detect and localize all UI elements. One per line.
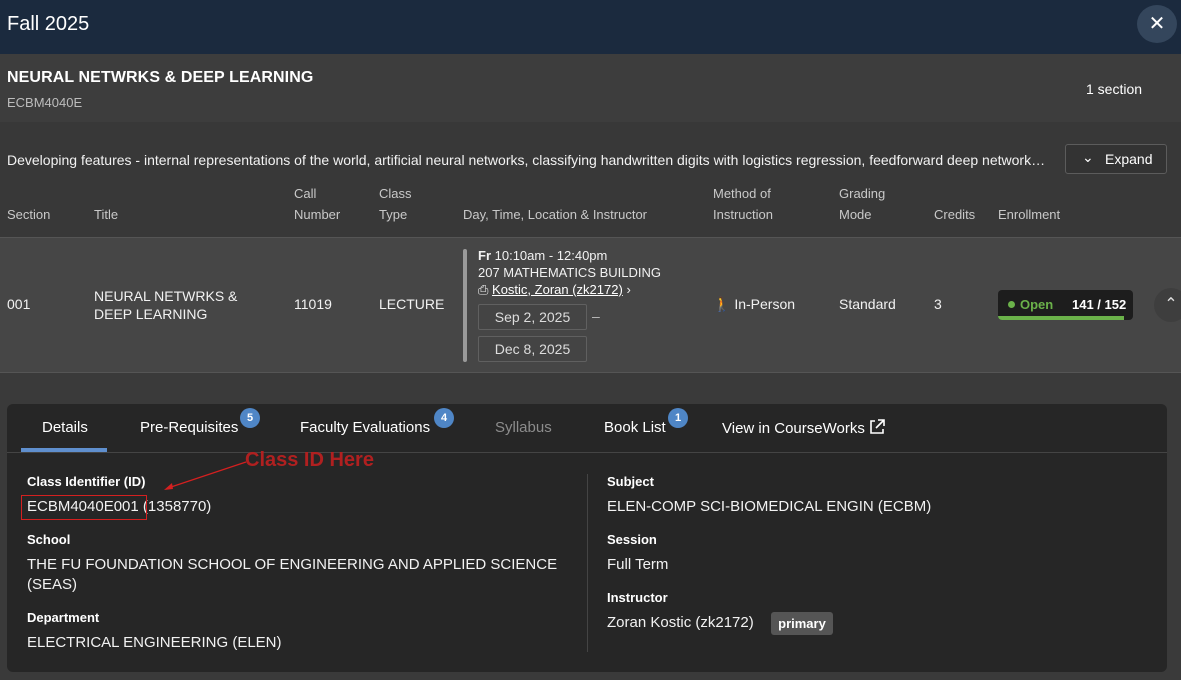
subject-label: Subject (607, 474, 654, 489)
evaluations-count-badge: 4 (434, 408, 454, 428)
call-number: 11019 (294, 296, 332, 312)
school-label: School (27, 532, 71, 547)
credits: 3 (934, 296, 942, 312)
header-grading-line1: Grading (839, 186, 886, 201)
tab-faculty-evaluations[interactable]: Faculty Evaluations (300, 419, 430, 436)
course-title: NEURAL NETWRKS & DEEP LEARNING (7, 69, 314, 86)
method-label: In-Person (734, 296, 796, 312)
grading-mode: Standard (839, 296, 896, 312)
book-count-badge: 1 (668, 408, 688, 428)
enrollment-open-label: Open (1020, 297, 1054, 312)
tab-view-in-courseworks[interactable]: View in CourseWorks (722, 419, 885, 437)
collapse-row-button[interactable]: ⌃ (1154, 288, 1181, 322)
section-number: 001 (7, 296, 31, 312)
courseworks-label: View in CourseWorks (722, 420, 865, 437)
tab-syllabus[interactable]: Syllabus (495, 419, 552, 436)
details-panel: Details Pre-Requisites 5 Faculty Evaluat… (7, 404, 1167, 672)
term-title: Fall 2025 (7, 13, 90, 35)
instructor-link[interactable]: Kostic, Zoran (zk2172) (492, 282, 623, 297)
expand-label: Expand (1105, 151, 1153, 167)
header-class-line2: Type (379, 207, 408, 222)
end-date: Dec 8, 2025 (478, 336, 587, 362)
enrollment-count: 141 / 152 (1072, 297, 1127, 312)
session-value: Full Term (607, 556, 669, 573)
class-id-label: Class Identifier (ID) (27, 474, 146, 489)
close-button[interactable]: ✕ (1137, 5, 1177, 43)
header-method-line1: Method of (713, 186, 771, 201)
tab-details[interactable]: Details (42, 419, 88, 436)
person-icon: 🚶 (713, 296, 731, 312)
class-type: LECTURE (379, 296, 445, 312)
school-line1: THE FU FOUNDATION SCHOOL OF ENGINEERING … (27, 556, 558, 573)
instructor-link-row[interactable]: ⎙ Kostic, Zoran (zk2172) › (478, 282, 631, 298)
instructor-value: Zoran Kostic (zk2172) (607, 614, 754, 631)
header-class-type: Class Type (379, 183, 412, 225)
annotation-label: Class ID Here (245, 449, 374, 471)
header-call-line2: Number (294, 207, 341, 222)
window-header: Fall 2025 ✕ (0, 0, 1181, 54)
course-code: ECBM4040E (7, 95, 83, 110)
presenter-icon: ⎙ (478, 282, 489, 297)
date-separator: – (592, 308, 600, 324)
start-date: Sep 2, 2025 (478, 304, 587, 330)
header-credits: Credits (934, 207, 976, 222)
header-section: Section (7, 207, 51, 222)
subject-value: ELEN-COMP SCI-BIOMEDICAL ENGIN (ECBM) (607, 498, 932, 515)
external-link-icon (870, 419, 885, 434)
header-method-line2: Instruction (713, 207, 773, 222)
instructor-label: Instructor (607, 590, 668, 605)
meeting-day: Fr (478, 248, 491, 263)
close-icon: ✕ (1148, 13, 1166, 35)
header-grading: Grading Mode (839, 183, 885, 225)
section-count: 1 section (1086, 81, 1143, 97)
description-band: Developing features - internal represent… (0, 122, 1181, 237)
department-value: ELECTRICAL ENGINEERING (ELEN) (27, 634, 282, 651)
tab-pre-requisites[interactable]: Pre-Requisites (140, 419, 238, 436)
section-title: NEURAL NETWRKS & DEEP LEARNING (94, 288, 238, 322)
expand-button[interactable]: ⌄ Expand (1065, 144, 1167, 174)
column-divider (587, 474, 588, 652)
tab-bar: Details Pre-Requisites 5 Faculty Evaluat… (7, 404, 1167, 453)
header-class-line1: Class (379, 186, 412, 201)
meeting-hours: 10:10am - 12:40pm (494, 248, 608, 263)
header-title: Title (94, 207, 119, 222)
header-call-line1: Call (294, 186, 317, 201)
course-header: NEURAL NETWRKS & DEEP LEARNING ECBM4040E… (0, 54, 1181, 122)
class-id-number: (1358770) (138, 498, 212, 515)
instructor-role-badge: primary (771, 612, 833, 635)
header-call-number: Call Number (294, 183, 340, 225)
course-description: Developing features - internal represent… (7, 152, 1052, 168)
session-label: Session (607, 532, 657, 547)
header-method: Method of Instruction (713, 183, 773, 225)
chevron-up-icon: ⌃ (1164, 296, 1178, 313)
header-day-time: Day, Time, Location & Instructor (463, 207, 647, 222)
school-line2: (SEAS) (27, 576, 78, 593)
header-grading-line2: Mode (839, 207, 872, 222)
department-label: Department (27, 610, 100, 625)
prereq-count-badge: 5 (240, 408, 260, 428)
header-enrollment: Enrollment (998, 207, 1061, 222)
schedule-bar (463, 249, 467, 362)
active-tab-indicator (21, 448, 107, 452)
method-of-instruction: 🚶 In-Person (713, 296, 795, 313)
status-dot-icon (1008, 301, 1015, 308)
chevron-right-icon: › (626, 282, 631, 297)
annotation-arrow (164, 461, 247, 490)
enrollment-bar (998, 316, 1124, 320)
table-row[interactable]: 001 NEURAL NETWRKS & DEEP LEARNING 11019… (0, 237, 1181, 373)
enrollment-status: Open 141 / 152 (998, 290, 1133, 320)
chevron-down-icon: ⌄ (1082, 149, 1094, 165)
meeting-time: Fr 10:10am - 12:40pm (478, 248, 607, 263)
tab-book-list[interactable]: Book List (604, 419, 666, 436)
meeting-location: 207 MATHEMATICS BUILDING (478, 265, 661, 280)
annotation-highlight-box (21, 495, 147, 520)
